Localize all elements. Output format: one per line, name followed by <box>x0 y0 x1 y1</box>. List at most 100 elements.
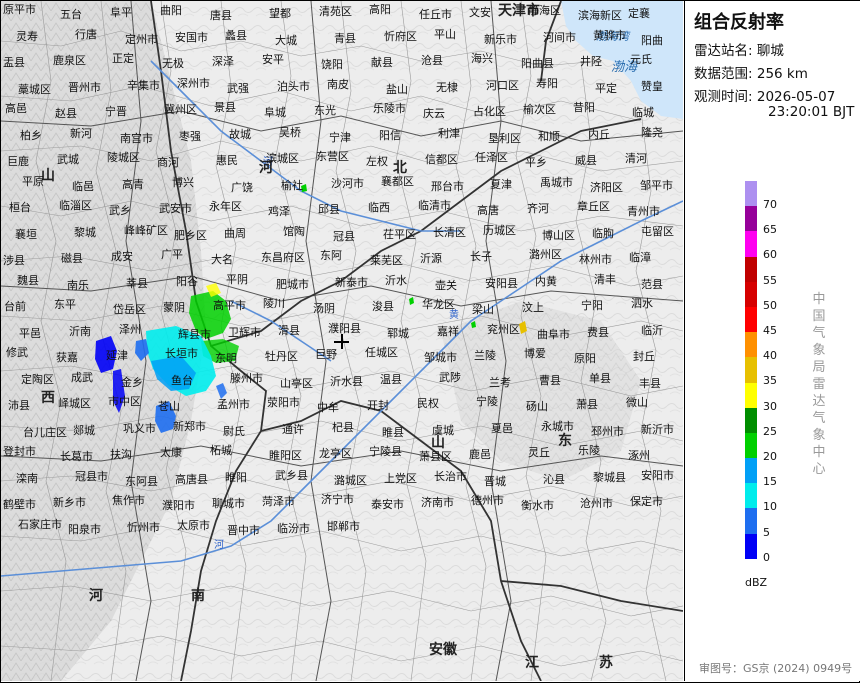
place-label: 沛县 <box>8 399 30 412</box>
radar-map[interactable]: 渤海湾 渤海 黄 河 河 天津市 河 北 山 西 山 东 河 南 安徽 江 苏 … <box>1 1 683 681</box>
place-label: 太康 <box>160 446 182 459</box>
place-label: 无极 <box>162 57 184 70</box>
place-label: 邢台市 <box>431 179 464 193</box>
place-label: 临沂 <box>641 323 663 337</box>
place-label: 左权 <box>366 155 388 168</box>
place-label: 潞州区 <box>529 248 562 261</box>
place-label: 饶阳 <box>321 58 343 71</box>
place-label: 峰峰矿区 <box>124 223 168 237</box>
radar-station-marker[interactable] <box>334 334 349 349</box>
place-label: 牡丹区 <box>265 350 298 363</box>
range-label: 数据范围: <box>694 66 753 82</box>
agency-char: 气 <box>812 326 826 341</box>
place-label: 金乡 <box>121 375 143 389</box>
place-label: 汶上 <box>522 301 544 314</box>
place-label: 夏津 <box>490 177 512 191</box>
place-label: 宁陵县 <box>369 445 402 458</box>
agency-char: 中 <box>812 292 826 307</box>
place-label: 濮阳市 <box>162 499 195 512</box>
place-label: 曲阳 <box>160 4 182 17</box>
place-label: 盐山 <box>386 82 408 96</box>
place-label: 肥城市 <box>276 277 309 291</box>
place-label: 商河 <box>157 156 179 169</box>
place-label: 阳谷 <box>176 274 198 288</box>
place-label: 定州市 <box>125 32 158 46</box>
place-label: 浚县 <box>372 300 394 313</box>
place-label: 忻州市 <box>127 520 160 534</box>
place-label: 赞皇 <box>641 79 663 93</box>
place-label: 华龙区 <box>422 298 455 311</box>
place-label: 安国市 <box>175 30 208 44</box>
place-label: 蒙阴 <box>163 301 185 314</box>
place-label: 行唐 <box>75 27 97 41</box>
legend-tick-label: 15 <box>763 475 777 489</box>
legend-tick-label: 30 <box>763 399 777 413</box>
place-label: 原阳 <box>574 352 596 365</box>
place-label: 高青 <box>122 177 144 191</box>
place-label: 宁陵 <box>476 395 498 408</box>
place-label: 济阳区 <box>590 180 623 194</box>
place-label: 博山区 <box>542 228 575 242</box>
place-label: 文安 <box>469 6 491 19</box>
place-label: 龙亭区 <box>319 447 352 460</box>
place-label: 高平市 <box>213 299 246 312</box>
place-label: 南皮 <box>327 77 349 91</box>
place-label: 齐河 <box>527 202 549 215</box>
place-label: 兰考 <box>489 375 511 389</box>
place-label: 杞县 <box>332 420 354 434</box>
legend-tick-label: 40 <box>763 349 777 363</box>
place-label: 陵川 <box>263 297 285 310</box>
place-label: 高阳 <box>369 3 391 16</box>
place-label: 林州市 <box>579 253 612 266</box>
place-label: 广平 <box>161 248 183 261</box>
place-label: 吴桥 <box>279 125 301 139</box>
place-label: 和顺 <box>538 129 560 143</box>
legend-swatch <box>745 206 757 232</box>
place-label: 民权 <box>417 397 439 410</box>
place-label: 东营区 <box>316 150 349 163</box>
place-label: 费县 <box>587 325 609 339</box>
place-label: 景县 <box>214 101 236 114</box>
place-label: 静海区 <box>528 4 561 17</box>
place-label: 潞城区 <box>334 473 367 487</box>
place-label: 武陟 <box>439 370 461 384</box>
place-label: 衡水市 <box>521 499 554 512</box>
place-label: 平山 <box>434 27 456 41</box>
place-label: 邹城市 <box>424 351 457 364</box>
place-label: 望都 <box>269 7 291 20</box>
place-label: 高邑 <box>5 102 27 115</box>
place-label: 元氏 <box>630 53 652 66</box>
place-label: 平乡 <box>525 156 547 169</box>
place-label: 南乐 <box>67 278 89 292</box>
legend-swatch <box>745 332 757 358</box>
place-label: 枣强 <box>179 129 201 143</box>
map-approval-number: 审图号：GS京 (2024) 0949号 <box>699 662 853 675</box>
place-label: 博兴 <box>172 175 194 189</box>
place-label: 昔阳 <box>573 101 595 114</box>
range-row: 数据范围: 256 km <box>694 62 808 82</box>
place-label: 东光 <box>314 104 336 117</box>
place-label: 通许 <box>282 422 304 436</box>
place-label: 太原市 <box>177 518 210 532</box>
legend-tick-label: 60 <box>763 248 777 262</box>
legend-tick-label: 70 <box>763 198 777 211</box>
place-label: 定陶区 <box>21 372 54 386</box>
place-label: 巨野 <box>315 348 337 361</box>
place-label: 正定 <box>112 52 134 65</box>
place-label: 灵丘 <box>528 446 550 459</box>
place-label: 沁县 <box>543 472 565 486</box>
place-label: 广饶 <box>231 180 253 194</box>
place-label: 鹤壁市 <box>3 498 36 511</box>
agency-char: 雷 <box>812 377 826 392</box>
place-label: 宁晋 <box>105 105 127 118</box>
place-label: 辉县市 <box>178 327 211 341</box>
agency-char: 气 <box>812 411 826 426</box>
place-label: 新泰市 <box>335 275 368 289</box>
place-label: 鱼台 <box>171 373 193 387</box>
place-label: 虞城 <box>432 423 454 437</box>
place-label: 涉县 <box>3 254 25 267</box>
place-label: 井陉 <box>580 55 602 68</box>
place-label: 宁阳 <box>581 299 603 312</box>
place-label: 新沂市 <box>641 422 674 436</box>
place-label: 新河 <box>70 126 92 140</box>
